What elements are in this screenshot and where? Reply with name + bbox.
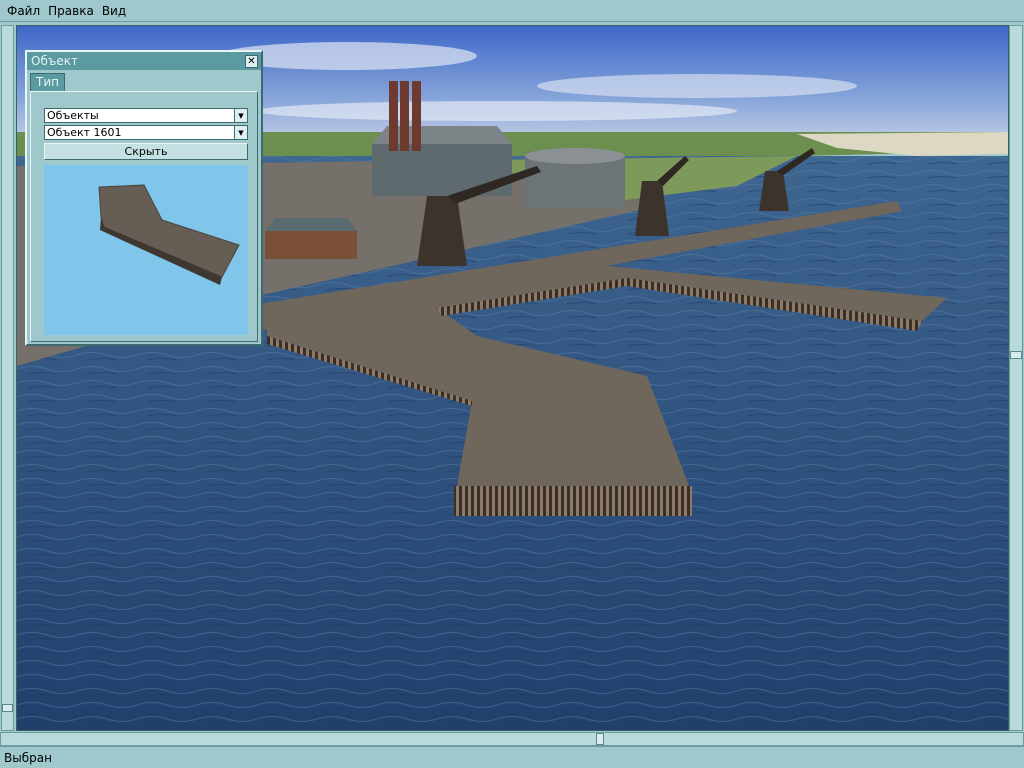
pier-end-piles [454,486,692,516]
category-select-value: Объекты [47,109,99,122]
bottom-scroll-thumb[interactable] [596,733,604,745]
object-preview-shape [98,184,240,285]
left-scroll-thumb[interactable] [2,704,13,712]
warehouse-roof [265,218,357,231]
close-icon[interactable]: ✕ [245,54,258,68]
panel-titlebar[interactable]: Объект ✕ [27,52,261,70]
tab-body: Объекты ▼ Объект 1601 ▼ Скрыть [30,91,258,342]
object-select-value: Объект 1601 [47,126,122,139]
hide-button[interactable]: Скрыть [44,143,248,160]
chevron-down-icon[interactable]: ▼ [234,109,247,122]
menu-view[interactable]: Вид [99,1,129,21]
menu-file[interactable]: Файл [4,1,43,21]
cloud [257,101,737,121]
cloud [537,74,857,98]
category-select[interactable]: Объекты ▼ [44,108,248,123]
status-text: Выбран [4,750,52,765]
right-scroll-thumb[interactable] [1010,351,1022,359]
tab-type[interactable]: Тип [30,73,65,91]
bottom-scrollbar[interactable] [0,732,1024,746]
chimney [412,81,421,151]
chimney [389,81,398,151]
tab-row: Тип [27,70,261,91]
object-select[interactable]: Объект 1601 ▼ [44,125,248,140]
object-panel[interactable]: Объект ✕ Тип Объекты ▼ Объект 1601 ▼ Скр… [25,50,263,346]
right-scrollbar[interactable] [1009,25,1023,731]
status-bar: Выбран [0,746,1024,768]
left-scrollbar[interactable] [1,25,14,731]
chimney [400,81,409,151]
warehouse [265,231,357,259]
panel-title: Объект [31,54,78,68]
round-building-roof [525,148,625,164]
chevron-down-icon[interactable]: ▼ [234,126,247,139]
object-preview [44,165,248,335]
menu-bar: Файл Правка Вид [0,0,1024,22]
menu-edit[interactable]: Правка [45,1,97,21]
